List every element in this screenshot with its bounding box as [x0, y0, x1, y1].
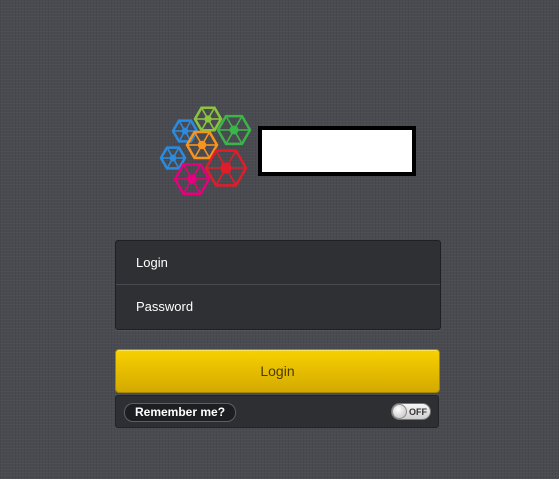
- remember-me-label: Remember me?: [124, 403, 237, 422]
- toggle-state-text: OFF: [409, 407, 427, 417]
- logo-hexagon: [204, 149, 248, 187]
- logo-hexagon: [216, 114, 252, 146]
- remember-me-toggle[interactable]: OFF: [391, 403, 431, 420]
- logo-hexagon: [159, 146, 187, 170]
- logo-hexagon: [173, 163, 211, 195]
- logo-hexagon: [171, 119, 199, 143]
- login-fields-panel: [115, 240, 441, 330]
- logo-text-box: [258, 126, 416, 176]
- login-button[interactable]: Login: [115, 349, 440, 393]
- login-input[interactable]: [116, 241, 440, 284]
- password-input[interactable]: [116, 285, 440, 328]
- logo-hexagon: [193, 106, 223, 132]
- hexagon-cluster-logo-icon: [159, 106, 252, 195]
- toggle-knob[interactable]: [392, 404, 407, 419]
- remember-me-bar: Remember me? OFF: [115, 395, 439, 428]
- logo-hexagon: [185, 130, 219, 160]
